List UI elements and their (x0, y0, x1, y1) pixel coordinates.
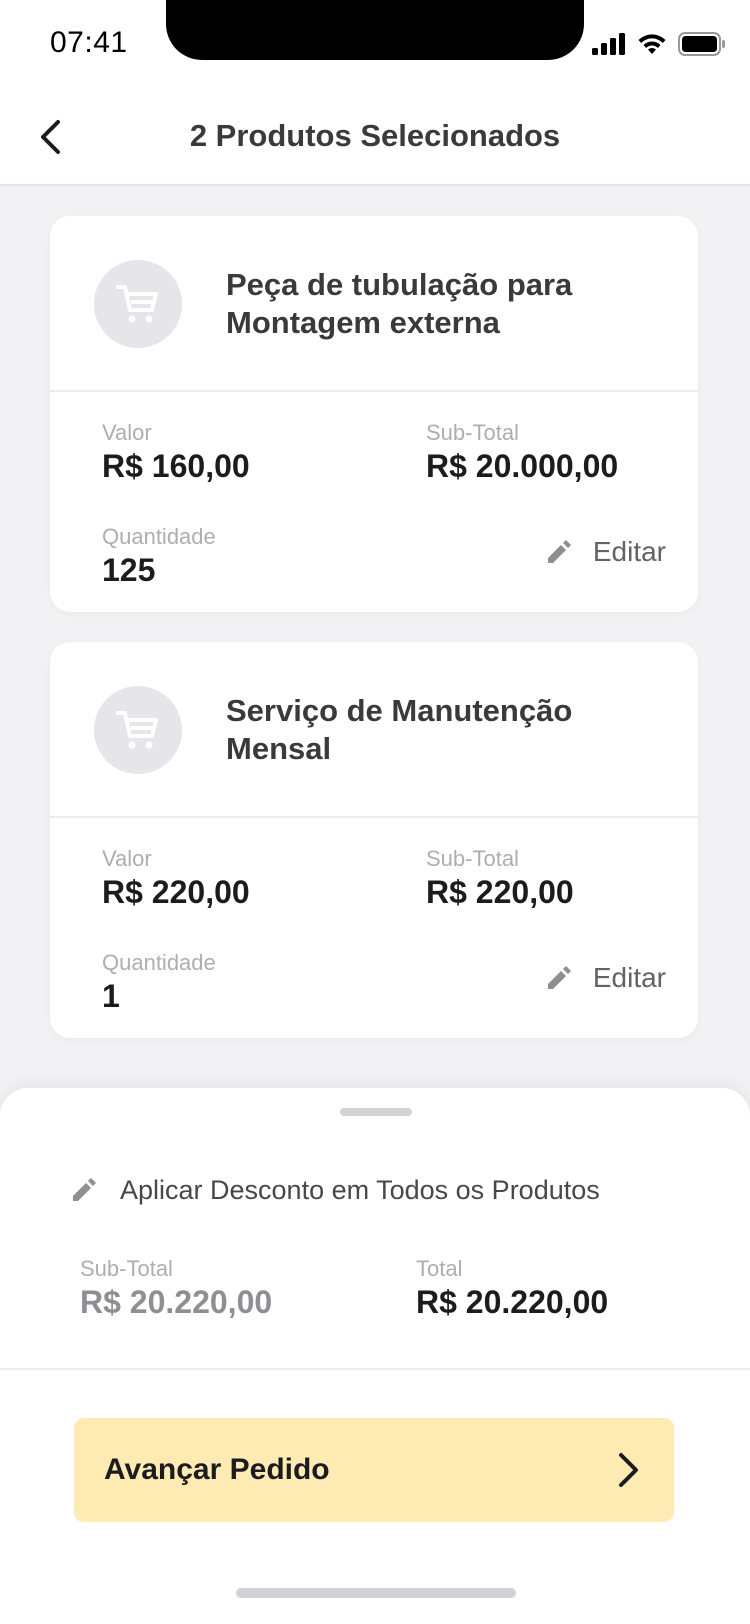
quantidade-label: Quantidade (102, 524, 216, 549)
product-avatar (94, 260, 182, 348)
product-card-header: Peça de tubulação para Montagem externa (50, 216, 698, 392)
quantidade-value: 1 (102, 978, 120, 1014)
home-indicator (236, 1588, 516, 1598)
status-icons (592, 30, 726, 58)
chevron-right-icon (619, 1453, 638, 1487)
subtotal-value: R$ 220,00 (426, 874, 574, 910)
edit-label: Editar (592, 962, 666, 993)
apply-discount-label: Aplicar Desconto em Todos os Produtos (120, 1174, 600, 1205)
edit-button[interactable]: Editar (545, 532, 666, 572)
order-summary-sheet: Aplicar Desconto em Todos os Produtos Su… (0, 1088, 750, 1624)
pencil-icon (73, 1178, 96, 1201)
product-card-details: Valor R$ 160,00 Sub-Total R$ 20.000,00 Q… (50, 392, 698, 612)
summary-total-label: Total (416, 1256, 463, 1281)
cart-icon (116, 711, 158, 749)
pencil-icon (547, 540, 571, 563)
valor-value: R$ 220,00 (102, 874, 250, 910)
page-title: 2 Produtos Selecionados (189, 118, 561, 153)
product-card-details: Valor R$ 220,00 Sub-Total R$ 220,00 Quan… (50, 818, 698, 1038)
product-name: Peça de tubulação para Montagem externa (226, 267, 573, 340)
divider (0, 1368, 750, 1370)
status-time: 07:41 (50, 26, 128, 59)
product-card: Peça de tubulação para Montagem externa … (50, 216, 698, 612)
valor-label: Valor (102, 420, 152, 445)
cart-icon (116, 285, 158, 323)
page-header: 2 Produtos Selecionados (0, 88, 750, 186)
advance-order-label: Avançar Pedido (104, 1453, 330, 1486)
summary-total-value: R$ 20.220,00 (416, 1284, 609, 1320)
pencil-icon (547, 966, 571, 989)
sheet-drag-handle[interactable] (340, 1108, 412, 1116)
edit-label: Editar (592, 536, 666, 567)
valor-label: Valor (102, 846, 152, 871)
edit-button[interactable]: Editar (545, 958, 666, 998)
summary-subtotal-value: R$ 20.220,00 (80, 1284, 273, 1320)
apply-discount-button[interactable]: Aplicar Desconto em Todos os Produtos (70, 1170, 600, 1210)
signal-icon (592, 33, 625, 55)
device-notch (166, 0, 584, 60)
quantidade-value: 125 (102, 552, 156, 588)
subtotal-label: Sub-Total (426, 420, 519, 445)
advance-order-button[interactable]: Avançar Pedido (74, 1418, 674, 1522)
quantidade-label: Quantidade (102, 950, 216, 975)
battery-icon (678, 32, 725, 56)
valor-value: R$ 160,00 (102, 448, 250, 484)
subtotal-value: R$ 20.000,00 (426, 448, 619, 484)
status-bar: 07:41 (0, 0, 750, 88)
summary-subtotal-label: Sub-Total (80, 1256, 173, 1281)
product-card: Serviço de Manutenção Mensal Valor R$ 22… (50, 642, 698, 1038)
subtotal-label: Sub-Total (426, 846, 519, 871)
product-card-header: Serviço de Manutenção Mensal (50, 642, 698, 818)
wifi-icon (638, 34, 666, 54)
product-avatar (94, 686, 182, 774)
product-name: Serviço de Manutenção Mensal (226, 693, 573, 766)
